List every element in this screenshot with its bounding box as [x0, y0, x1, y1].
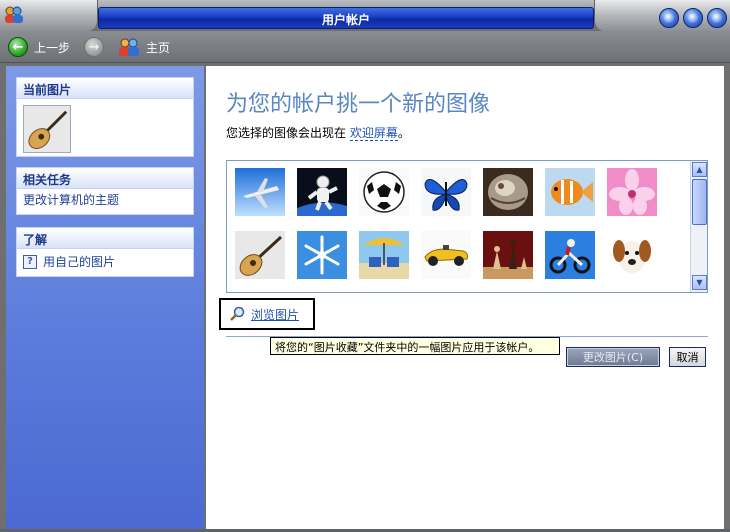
title-bar-left-cap	[0, 0, 98, 31]
learn-about-heading: 了解	[17, 228, 193, 249]
home-button[interactable]: 主页	[118, 37, 170, 57]
user-accounts-app-icon	[5, 6, 23, 23]
picture-fish[interactable]	[545, 168, 595, 216]
title-bar: 用户帐户	[0, 0, 730, 31]
back-arrow-icon: ←	[8, 37, 28, 57]
title-bar-caption-area[interactable]: 用户帐户	[98, 7, 594, 29]
change-picture-button[interactable]: 更改图片(C)	[566, 347, 660, 367]
window-title: 用户帐户	[321, 13, 370, 27]
browse-tooltip: 将您的“图片收藏”文件夹中的一幅图片应用于该帐户。	[270, 337, 560, 355]
back-button[interactable]: ← 上一步	[8, 37, 70, 57]
current-picture-guitar	[23, 105, 71, 153]
picture-flower[interactable]	[607, 168, 657, 216]
picture-dog[interactable]	[607, 231, 657, 279]
maximize-button[interactable]	[683, 8, 703, 28]
picture-grid: ▲ ▼	[226, 160, 708, 293]
users-home-icon	[119, 38, 139, 56]
picture-race-car[interactable]	[421, 231, 471, 279]
navigation-toolbar: ← 上一步 → 主页	[0, 31, 730, 63]
picture-airplane[interactable]	[235, 168, 285, 216]
main-content: 为您的帐户挑一个新的图像 您选择的图像会出现在 欢迎屏幕。 ▲ ▼ 浏览图片 将…	[206, 66, 724, 529]
cancel-button[interactable]: 取消	[669, 347, 706, 367]
scroll-up-icon[interactable]: ▲	[692, 162, 707, 177]
forward-button[interactable]: →	[84, 37, 104, 57]
close-button[interactable]	[707, 8, 727, 28]
task-change-theme-link[interactable]: 更改计算机的主题	[17, 189, 193, 212]
learn-own-picture-label: 用自己的图片	[43, 255, 116, 269]
help-question-icon: ?	[23, 254, 37, 269]
description-text: 您选择的图像会出现在	[226, 126, 350, 140]
picture-astronaut[interactable]	[297, 168, 347, 216]
description-period: 。	[397, 126, 410, 140]
magnifier-icon	[230, 306, 245, 321]
picture-soccer-ball[interactable]	[359, 168, 409, 216]
page-description: 您选择的图像会出现在 欢迎屏幕。	[226, 124, 410, 141]
browse-pictures-label: 浏览图片	[251, 307, 300, 322]
picture-grid-scrollbar[interactable]: ▲ ▼	[690, 161, 707, 292]
welcome-screen-link[interactable]: 欢迎屏幕	[349, 126, 398, 141]
learn-about-panel: 了解 ? 用自己的图片	[16, 227, 194, 277]
forward-arrow-icon: →	[84, 37, 104, 57]
picture-beach-chairs[interactable]	[359, 231, 409, 279]
current-picture-heading: 当前图片	[17, 78, 193, 99]
related-tasks-heading: 相关任务	[17, 168, 193, 189]
picture-butterfly[interactable]	[421, 168, 471, 216]
scroll-down-icon[interactable]: ▼	[692, 275, 707, 290]
back-label: 上一步	[34, 40, 71, 55]
related-tasks-panel: 相关任务 更改计算机的主题	[16, 167, 194, 215]
picture-fossil[interactable]	[483, 168, 533, 216]
picture-guitar[interactable]	[235, 231, 285, 279]
page-title: 为您的帐户挑一个新的图像	[226, 92, 491, 117]
picture-snowflake[interactable]	[297, 231, 347, 279]
scroll-thumb[interactable]	[692, 179, 707, 225]
minimize-button[interactable]	[659, 8, 679, 28]
current-picture-panel: 当前图片	[16, 77, 194, 157]
learn-own-picture-link[interactable]: ? 用自己的图片	[17, 249, 193, 274]
task-pane: 当前图片 相关任务 更改计算机的主题 了解 ? 用自己的图片	[6, 66, 204, 529]
browse-pictures-button[interactable]: 浏览图片	[219, 298, 315, 330]
home-label: 主页	[146, 40, 171, 55]
picture-motorbike[interactable]	[545, 231, 595, 279]
title-bar-right-cap	[594, 0, 730, 31]
picture-chess[interactable]	[483, 231, 533, 279]
